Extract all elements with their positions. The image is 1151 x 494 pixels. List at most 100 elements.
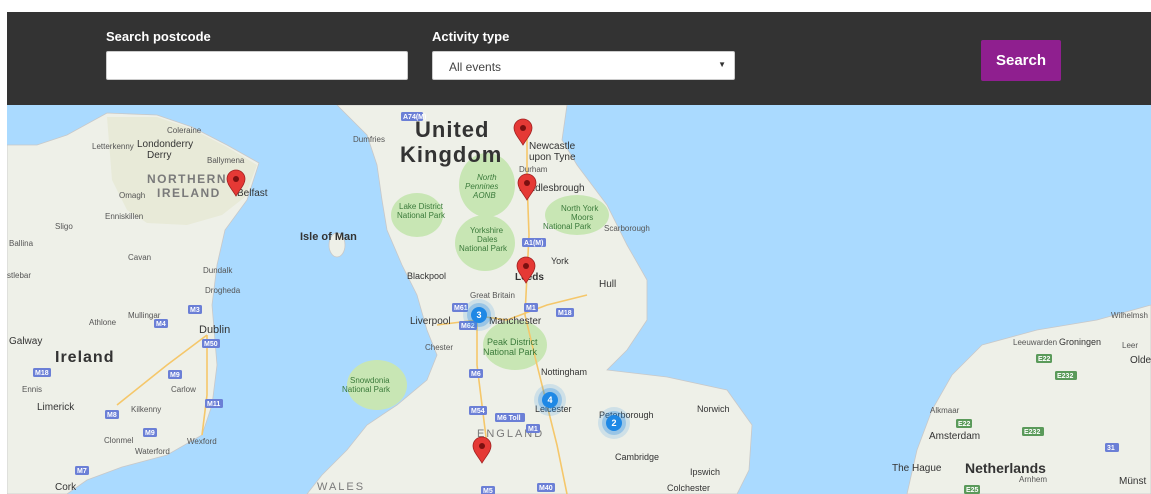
shield-m18: M18 — [558, 310, 572, 317]
label-omagh: Omagh — [119, 191, 145, 200]
label-wales: WALES — [317, 481, 365, 493]
label-coleraine: Coleraine — [167, 126, 202, 135]
label-yorkshire: Yorkshire — [470, 226, 504, 235]
label-amsterdam: Amsterdam — [929, 431, 980, 442]
label-netherlands: Netherlands — [965, 460, 1046, 476]
label-leer: Leer — [1122, 341, 1138, 350]
search-bar: Search postcode Activity type All events… — [7, 12, 1151, 105]
label-enniskillen: Enniskillen — [105, 212, 143, 221]
label-lake-np: National Park — [397, 211, 446, 220]
label-galway: Galway — [9, 336, 42, 347]
label-londonderry: Londonderry — [137, 139, 193, 150]
shield-e22: E22 — [1038, 356, 1051, 363]
event-finder: Search postcode Activity type All events… — [7, 12, 1151, 494]
search-button[interactable]: Search — [981, 40, 1061, 81]
label-kilkenny: Kilkenny — [131, 405, 161, 414]
label-dales-np: National Park — [459, 244, 508, 253]
label-belfast: Belfast — [237, 188, 268, 199]
shield-e232b: E232 — [1024, 429, 1040, 436]
shield-m40: M40 — [539, 485, 553, 492]
label-manchester: Manchester — [489, 316, 542, 327]
label-ballymena: Ballymena — [207, 156, 245, 165]
label-lake-district: Lake District — [399, 202, 444, 211]
shield-m1-north: M1 — [526, 305, 536, 312]
label-derry: Derry — [147, 150, 171, 161]
shield-m18-ie: M18 — [35, 370, 49, 377]
label-groningen: Groningen — [1059, 337, 1101, 347]
label-olde: Olde — [1130, 355, 1151, 366]
label-snowdonia-np: National Park — [342, 385, 391, 394]
label-ireland-ni: IRELAND — [157, 186, 221, 200]
shield-m1: M1 — [528, 426, 538, 433]
label-drogheda: Drogheda — [205, 286, 241, 295]
shield-e22b: E22 — [958, 421, 971, 428]
label-dublin: Dublin — [199, 324, 230, 336]
shield-m9b: M9 — [145, 430, 155, 437]
shield-m8: M8 — [107, 412, 117, 419]
label-letterkenny: Letterkenny — [92, 142, 134, 151]
label-blackpool: Blackpool — [407, 271, 446, 281]
shield-a74m: A74(M) — [403, 114, 426, 121]
cluster-count: 2 — [611, 418, 616, 428]
label-cavan: Cavan — [128, 253, 151, 262]
chevron-down-icon: ▼ — [718, 60, 726, 69]
postcode-input[interactable] — [106, 51, 408, 80]
label-leeuwarden: Leeuwarden — [1013, 338, 1057, 347]
label-dundalk: Dundalk — [203, 266, 233, 275]
label-moors: Moors — [571, 213, 593, 222]
label-munster: Münst — [1119, 476, 1146, 487]
label-waterford: Waterford — [135, 447, 170, 456]
shield-a1m: A1(M) — [524, 240, 543, 247]
label-isle-of-man: Isle of Man — [300, 231, 357, 243]
cluster-marker-manchester[interactable]: 3 — [463, 299, 495, 331]
label-the-hague: The Hague — [892, 463, 942, 474]
label-sligo: Sligo — [55, 222, 73, 231]
label-nym-park: National Park — [543, 222, 592, 231]
cluster-count: 3 — [476, 310, 481, 320]
label-arnhem: Arnhem — [1019, 475, 1047, 484]
label-ipswich: Ipswich — [690, 467, 720, 477]
label-norwich: Norwich — [697, 404, 730, 414]
shield-e25: E25 — [966, 487, 979, 494]
label-carlow: Carlow — [171, 385, 196, 394]
label-aonb: AONB — [472, 191, 496, 200]
shield-e232: E232 — [1057, 373, 1073, 380]
shield-m3-ie: M3 — [190, 307, 200, 314]
shield-m11: M11 — [207, 401, 220, 408]
label-scarborough: Scarborough — [604, 224, 650, 233]
activity-type-select[interactable]: All events ▼ — [432, 51, 735, 80]
shield-m5: M5 — [483, 488, 493, 494]
shield-m50: M50 — [204, 341, 218, 348]
label-snowdonia: Snowdonia — [350, 376, 390, 385]
label-dales: Dales — [477, 235, 497, 244]
label-athlone: Athlone — [89, 318, 117, 327]
cluster-marker-peterborough[interactable]: 2 — [598, 407, 630, 439]
label-nottingham: Nottingham — [541, 367, 587, 377]
label-great-britain: Great Britain — [470, 291, 515, 300]
label-clonmel: Clonmel — [104, 436, 134, 445]
shield-m4-ie: M4 — [156, 321, 166, 328]
shield-31: 31 — [1107, 445, 1115, 452]
cluster-count: 4 — [547, 395, 552, 405]
label-limerick: Limerick — [37, 402, 75, 413]
label-liverpool: Liverpool — [410, 316, 451, 327]
cluster-marker-leicester[interactable]: 4 — [534, 384, 566, 416]
label-pennines: Pennines — [465, 182, 498, 191]
label-ballina: Ballina — [9, 239, 34, 248]
label-york: York — [551, 256, 569, 266]
label-hull: Hull — [599, 279, 616, 290]
label-northern: NORTHERN — [147, 172, 227, 186]
map-canvas[interactable]: United Kingdom NORTHERN IRELAND Ireland … — [7, 105, 1151, 494]
label-castlebar: stlebar — [7, 271, 31, 280]
label-wilhelmshaven: Wilhelmsh — [1111, 311, 1148, 320]
label-alkmaar: Alkmaar — [930, 406, 960, 415]
shield-m54: M54 — [471, 408, 485, 415]
label-mullingar: Mullingar — [128, 311, 161, 320]
label-durham: Durham — [519, 165, 548, 174]
label-north-york: North York — [561, 204, 599, 213]
shield-m7: M7 — [77, 468, 87, 475]
label-north-pennines: North — [477, 173, 497, 182]
label-upon-tyne: upon Tyne — [529, 152, 576, 163]
event-map[interactable]: United Kingdom NORTHERN IRELAND Ireland … — [7, 105, 1151, 494]
label-colchester: Colchester — [667, 483, 710, 493]
